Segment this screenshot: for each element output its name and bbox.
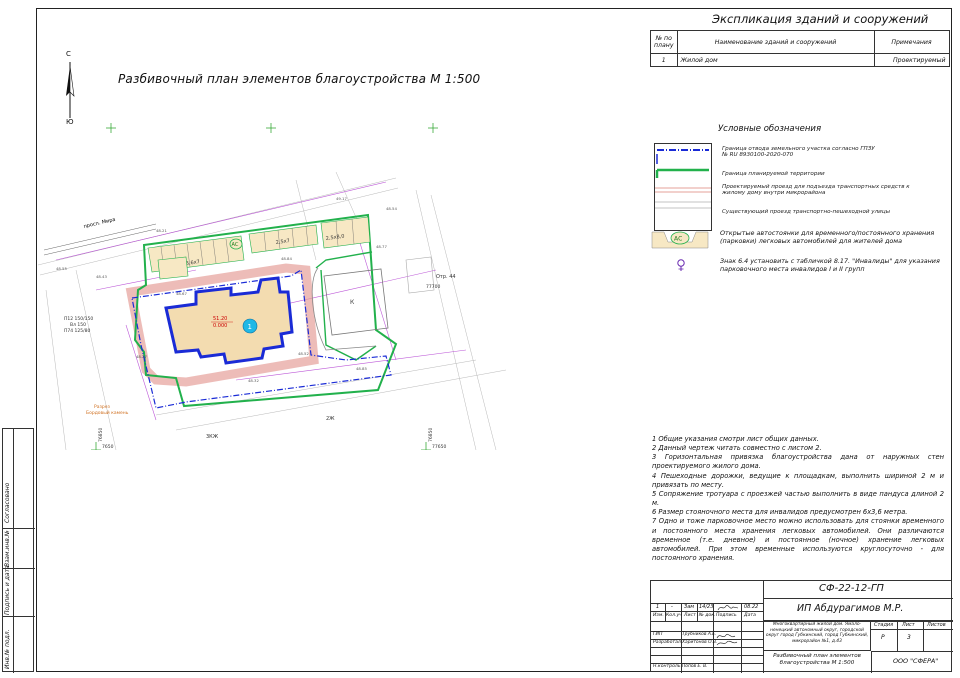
note-7: 7 Одно и тоже парковочное место можно ис… — [652, 517, 944, 563]
legend-item-3: Проектируемый проезд для подъезда трансп… — [722, 184, 910, 197]
svg-text:48.32: 48.32 — [248, 378, 259, 383]
coord-right-1: 76850 — [428, 428, 434, 442]
coord-right-2: 77650 — [432, 444, 446, 450]
legend-item-2: Граница планируемой территории — [722, 171, 825, 177]
legend-item-6: Знак 6.4 установить с табличкой 8.17. "И… — [720, 257, 940, 273]
svg-text:48.54: 48.54 — [386, 206, 397, 211]
legend-title: Условные обозначения — [718, 124, 822, 134]
signature-gip — [716, 634, 738, 646]
expl-header-name: Наименование зданий и сооружений — [676, 30, 875, 54]
note-5: 5 Сопряжение тротуара с проезжей частью … — [652, 489, 944, 508]
svg-text:АС: АС — [232, 242, 239, 248]
change-signature — [717, 605, 739, 611]
level-top: 51.20 — [213, 316, 227, 322]
hdr-ndoc: № док. — [699, 613, 716, 618]
note-1: 1 Общие указания смотри лист общих данны… — [652, 435, 819, 443]
svg-text:48.77: 48.77 — [376, 244, 387, 249]
general-notes: 1 Общие указания смотри лист общих данны… — [652, 435, 944, 563]
stage-header: Стадия — [874, 622, 894, 628]
role-dev: Разработал — [653, 640, 681, 645]
legend-item-1: Граница отвода земельного участка соглас… — [722, 146, 875, 159]
svg-text:К: К — [350, 299, 355, 306]
svg-text:48.84: 48.84 — [281, 256, 292, 261]
street-label: просп. Мира — [83, 217, 116, 230]
coord-left-2: 7650 — [102, 444, 114, 450]
level-bottom: 0.000 — [213, 323, 227, 329]
stage-value: Р — [881, 634, 885, 641]
svg-text:48.55: 48.55 — [56, 266, 67, 271]
chg-col-1: 1 — [656, 604, 660, 610]
svg-text:48.85: 48.85 — [356, 366, 367, 371]
sheets-header: Листов — [927, 622, 946, 628]
coord-top-right: 77700 — [426, 284, 440, 290]
disabled-sign-icon — [677, 259, 685, 271]
drawing-sheet: Взам.инв.№ Подпись и дата Инв.№ подл. Со… — [0, 0, 960, 678]
name-gip: Трубников А.Е. — [682, 632, 717, 637]
organization: ООО "СФЕРА" — [893, 657, 939, 665]
object-description: Многоквартирный жилой дом. Ямало-ненецки… — [765, 622, 869, 644]
north-arrow: С Ю — [62, 50, 78, 126]
coord-left-1: 76850 — [98, 428, 104, 442]
hdr-koluch: Кол.уч — [666, 613, 682, 618]
stamp-field-1: Взам.инв.№ — [4, 530, 11, 567]
hdr-izm: Изм. — [653, 613, 664, 618]
chg-col-3: Зам — [684, 604, 695, 610]
chg-col-6: 08.22 — [744, 604, 759, 610]
building-number: 1 — [248, 323, 252, 331]
chg-col-4: 14/23 — [699, 604, 714, 610]
plan-title: Разбивочный план элементов благоустройст… — [118, 72, 481, 86]
stamp-field-4: Согласовано — [4, 482, 11, 523]
legend-swatch-box — [654, 143, 712, 231]
site-plan: просп. Мира 3,6x7 2,5x7 2,5x8,0 АС 1 51.… — [37, 123, 507, 450]
hdr-date: Дата — [744, 613, 756, 618]
role-nk: Н.контроль — [653, 664, 681, 669]
svg-text:АС: АС — [674, 236, 682, 243]
svg-text:48.67: 48.67 — [176, 291, 187, 296]
expl-header-num: № по плану — [650, 30, 678, 54]
walk-label-1: Разрез — [94, 404, 110, 410]
svg-text:48.43: 48.43 — [96, 274, 107, 279]
note-2: 2 Данный чертеж читать совместно с листо… — [652, 444, 822, 453]
left-info-2: Вл 150 — [70, 322, 86, 328]
title-block: СФ-22-12-ГП ИП Абдурагимов М.Р. 1 - Зам … — [650, 580, 953, 673]
left-info-3: П74 125/80 — [64, 328, 91, 334]
hdr-sign: Подпись — [716, 613, 737, 618]
explication-table: № по плану Наименование зданий и сооруже… — [650, 30, 950, 67]
walk-label-2: Бордовый камень — [86, 409, 129, 416]
sheet-value: 3 — [907, 634, 911, 641]
company-person: ИП Абдурагимов М.Р. — [797, 603, 904, 614]
expl-row-num: 1 — [650, 53, 678, 67]
expl-header-notes: Примечания — [873, 30, 950, 54]
margin-stamp: Взам.инв.№ Подпись и дата Инв.№ подл. Со… — [2, 428, 35, 673]
note-4: 4 Пешеходные дорожки, ведущие к площадка… — [652, 471, 944, 489]
expl-row-name: Жилой дом — [676, 53, 875, 67]
label-3kzh: 3КЖ — [206, 434, 219, 440]
role-gip: ГИП — [653, 632, 663, 637]
label-2zh: 2Ж — [326, 416, 335, 422]
parking-marker: АС — [229, 238, 243, 250]
legend-item-4: Существующий проезд транспортно-пешеходн… — [722, 209, 891, 215]
note-6: 6 Размер стояночного места для инвалидов… — [652, 508, 908, 517]
label-otr: Отр. 44 — [436, 274, 456, 280]
name-nk: Попов Е. В. — [682, 664, 708, 669]
svg-text:48.52: 48.52 — [298, 351, 309, 356]
stamp-field-2: Подпись и дата — [4, 565, 11, 615]
legend-parking-symbol: АС — [651, 231, 709, 249]
hdr-list: Лист — [684, 613, 696, 618]
expl-row-notes: Проектируемый — [873, 53, 950, 67]
left-info-1: П12 150/150 — [64, 316, 93, 322]
svg-text:48.21: 48.21 — [156, 228, 167, 233]
svg-text:48.27: 48.27 — [136, 354, 147, 359]
note-3: 3 Горизонтальная привязка благоустройств… — [652, 453, 944, 471]
stamp-field-3: Инв.№ подл. — [4, 629, 11, 670]
legend-item-5: Открытые автостоянки для временного/пост… — [720, 229, 935, 245]
drawing-code: СФ-22-12-ГП — [819, 583, 884, 594]
chg-col-2: - — [671, 604, 673, 610]
name-dev: Харитонов О.В. — [682, 640, 718, 645]
north-label: С — [66, 50, 71, 58]
explication-title: Экспликация зданий и сооружений — [712, 12, 929, 26]
svg-text:49.17: 49.17 — [336, 196, 347, 201]
sheet-title: Разбивочный план элементов благоустройст… — [773, 653, 861, 666]
sheet-header: Лист — [902, 622, 915, 628]
